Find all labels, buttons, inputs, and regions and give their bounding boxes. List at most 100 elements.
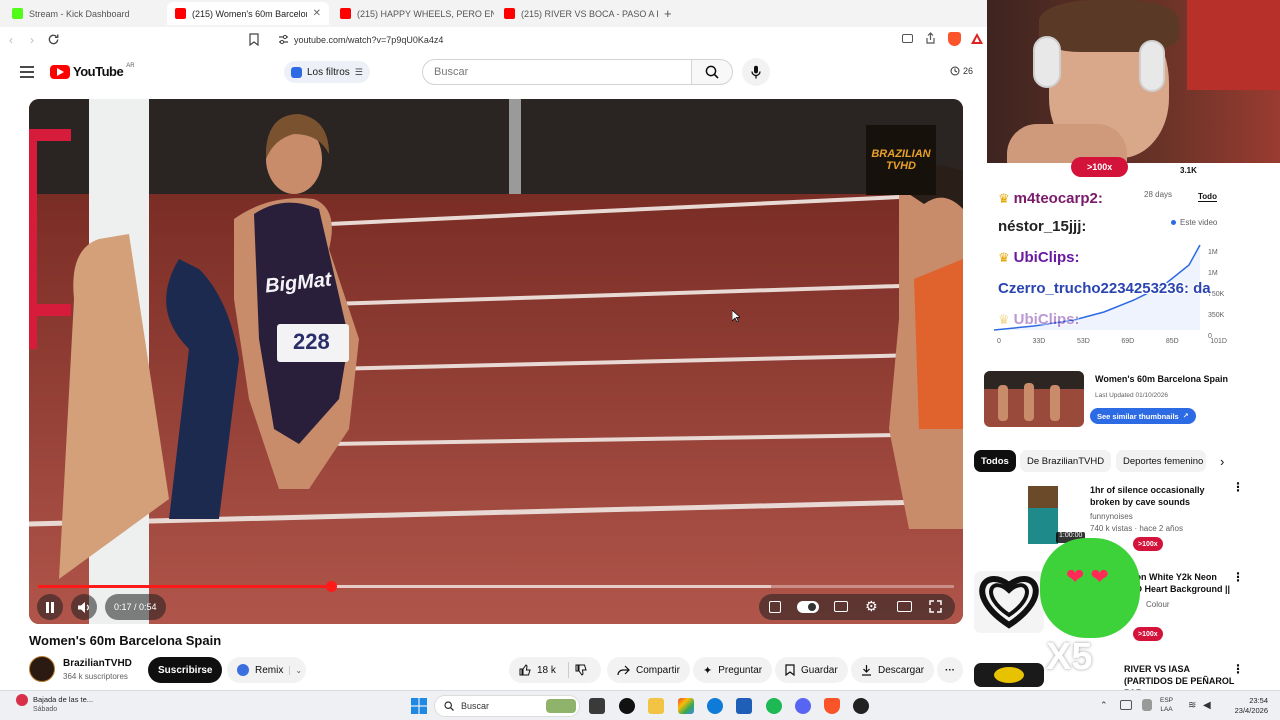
volume-tray-icon[interactable]: ◀: [1203, 700, 1211, 711]
similar-thumbnails-button[interactable]: See similar thumbnails ↗: [1090, 408, 1196, 424]
file-explorer-icon[interactable]: [648, 698, 664, 714]
windows-start-icon[interactable]: [411, 698, 427, 714]
brave-shields-icon[interactable]: [948, 32, 961, 46]
more-actions-icon[interactable]: ···: [937, 657, 963, 683]
tab-youtube-active[interactable]: (215) Women's 60m Barcelona S ✕: [167, 2, 329, 25]
new-tab-plus-icon[interactable]: +: [664, 6, 672, 21]
youtube-logo[interactable]: YouTube AR: [50, 63, 135, 79]
browser-tab-bar: Stream - Kick Dashboard (215) Women's 60…: [0, 0, 988, 27]
close-tab-icon[interactable]: ✕: [313, 8, 321, 19]
download-icon: [862, 665, 871, 676]
voice-search-button[interactable]: [742, 58, 770, 86]
player-controls: 0:17 / 0:54 ⚙: [29, 576, 963, 624]
share-icon[interactable]: [924, 32, 936, 44]
progress-bar[interactable]: [38, 581, 954, 592]
brave-rewards-icon[interactable]: [970, 32, 984, 45]
history-counter[interactable]: 26: [950, 66, 973, 76]
clock[interactable]: 23:54 23/4/2026: [1224, 696, 1268, 716]
tab-happy-wheels[interactable]: (215) HAPPY WHEELS, PERO EN 2026: [332, 2, 494, 25]
tray-mic-icon[interactable]: [1142, 699, 1152, 711]
rec-item[interactable]: 1:00:00 1hr of silence occasionally brok…: [998, 484, 1268, 548]
site-settings-icon[interactable]: [278, 34, 289, 45]
ask-button[interactable]: ✦ Preguntar: [693, 657, 773, 683]
filters-button[interactable]: Los filtros ☰: [284, 61, 370, 83]
channel-name[interactable]: BrazilianTVHD: [63, 658, 132, 669]
thumbnail-preview[interactable]: [984, 371, 1084, 427]
pause-button[interactable]: [37, 594, 63, 620]
volume-button[interactable]: [71, 594, 97, 620]
brave-taskbar-icon[interactable]: [824, 698, 840, 714]
rec-item[interactable]: RIVER VS IASA (PARTIDOS DE PEÑAROL PAR..…: [974, 663, 1244, 698]
store-icon[interactable]: [736, 698, 752, 714]
url-field[interactable]: youtube.com/watch?v=7p9qU0Ka4z4: [268, 30, 964, 50]
autoplay-toggle[interactable]: [797, 601, 819, 613]
chat-username: UbiClips:: [1013, 311, 1080, 328]
youtube-favicon-icon: [175, 8, 186, 19]
download-button[interactable]: Descargar: [851, 657, 935, 683]
rec-menu-kebab-icon[interactable]: ⋮: [1232, 480, 1244, 494]
tab-label: (215) HAPPY WHEELS, PERO EN 2026: [357, 8, 494, 19]
tray-chevron-up-icon[interactable]: ⌃: [1100, 700, 1108, 711]
chip-deportes[interactable]: Deportes femenino: [1116, 450, 1206, 472]
chat-username: UbiClips:: [1013, 249, 1080, 266]
language-indicator[interactable]: ESP LAA: [1160, 696, 1173, 714]
bookmark-icon[interactable]: [249, 33, 259, 46]
forward-icon[interactable]: ›: [30, 33, 34, 47]
ask-label: Preguntar: [718, 664, 763, 676]
kick-favicon-icon: [12, 8, 23, 19]
reload-icon[interactable]: [47, 33, 60, 46]
like-count[interactable]: 18 k: [537, 665, 556, 676]
subtitles-icon[interactable]: [834, 601, 848, 612]
edge-browser-icon[interactable]: [707, 698, 723, 714]
fullscreen-icon[interactable]: [929, 600, 942, 613]
back-icon[interactable]: ‹: [9, 33, 13, 47]
video-player[interactable]: BigMat 228 BRAZILIAN TVHD 0:17 / 0:54 ⚙: [29, 99, 963, 624]
search-button[interactable]: [691, 59, 733, 85]
taskbar-search[interactable]: Buscar: [434, 695, 580, 717]
miniplayer-icon[interactable]: [897, 601, 912, 612]
windows-taskbar: Bajada de las te... Sábado Buscar ⌃ ESP …: [0, 690, 1280, 720]
remix-chevron-down-icon[interactable]: ⌄: [289, 665, 302, 675]
remix-button[interactable]: Remix ⌄: [227, 657, 307, 683]
chip-label: Todos: [981, 455, 1009, 467]
channel-avatar[interactable]: [29, 656, 55, 682]
rec-multiplier-badge: >100x: [1133, 537, 1163, 551]
rec-menu-kebab-icon[interactable]: ⋮: [1232, 570, 1244, 584]
tab-kick-dashboard[interactable]: Stream - Kick Dashboard: [4, 2, 166, 25]
weather-alert-icon[interactable]: [16, 694, 28, 706]
widget-title[interactable]: Bajada de las te...: [33, 695, 93, 704]
wifi-icon[interactable]: ≋: [1188, 700, 1196, 711]
task-view-icon[interactable]: [589, 698, 605, 714]
tray-app-icon[interactable]: [1120, 700, 1132, 710]
remix-icon: [237, 664, 249, 676]
tab-label: (215) RIVER VS BOCA - PASO A PASO: [521, 8, 658, 19]
copilot-icon[interactable]: [678, 698, 694, 714]
scrubber-handle[interactable]: [326, 581, 338, 592]
spotify-icon[interactable]: [766, 698, 782, 714]
filters-player-icon[interactable]: [769, 601, 781, 613]
chip-channel[interactable]: De BrazilianTVHD: [1020, 450, 1112, 472]
tab-river-boca[interactable]: (215) RIVER VS BOCA - PASO A PASO: [496, 2, 658, 25]
channel-action-row: BrazilianTVHD 364 k suscriptores Suscrib…: [29, 656, 969, 684]
rec-thumbnail: [974, 663, 1044, 687]
youtube-logo-text: YouTube: [73, 64, 124, 79]
discord-icon[interactable]: [795, 698, 811, 714]
watermark-line-1: BRAZILIAN: [871, 148, 931, 160]
x-tick: 53D: [1076, 338, 1090, 345]
save-button[interactable]: Guardar: [775, 657, 848, 683]
subscribe-button[interactable]: Suscribirse: [148, 657, 223, 683]
chip-todos[interactable]: Todos: [974, 450, 1016, 472]
screenshot-icon[interactable]: [902, 34, 913, 43]
share-button[interactable]: Compartir: [607, 657, 690, 683]
time-text: 0:17 / 0:54: [114, 602, 157, 612]
obs-icon[interactable]: [853, 698, 869, 714]
analytics-filter-todo[interactable]: Todo: [1198, 192, 1217, 202]
hamburger-menu-icon[interactable]: [20, 66, 34, 78]
search-input[interactable]: Buscar: [422, 59, 692, 85]
chips-next-chevron-icon[interactable]: ›: [1220, 454, 1224, 469]
app-circle-icon[interactable]: [619, 698, 635, 714]
rec-menu-kebab-icon[interactable]: ⋮: [1232, 662, 1244, 676]
headphones-right: [1139, 40, 1165, 92]
settings-gear-icon[interactable]: ⚙: [865, 599, 878, 613]
url-text: youtube.com/watch?v=7p9qU0Ka4z4: [294, 35, 444, 45]
